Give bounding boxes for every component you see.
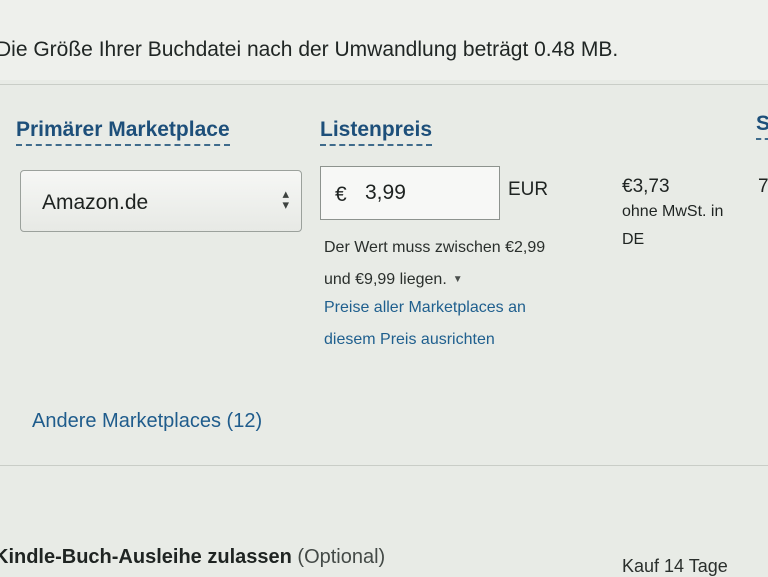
align-link-line1: Preise aller Marketplaces an [324, 299, 526, 316]
other-marketplaces-link[interactable]: Andere Marketplaces (12) [32, 410, 262, 433]
lending-right-text: Kauf 14 Tage [622, 556, 728, 576]
lending-optional: (Optional) [297, 546, 386, 568]
royalty-info: €3,73 ohne MwSt. in DE [622, 176, 762, 254]
currency-unit: EUR [508, 179, 549, 200]
lending-section-title: Kindle-Buch-Ausleihe zulassen (Optional) [0, 546, 385, 569]
marketplace-select-value: Amazon.de [42, 191, 149, 214]
file-size-text: Die Größe Ihrer Buchdatei nach der Umwan… [0, 38, 619, 61]
divider [0, 465, 768, 466]
align-link-line2: diesem Preis ausrichten [324, 331, 495, 348]
royalty-header-cut[interactable]: S [756, 112, 768, 140]
price-range-line1: Der Wert muss zwischen €2,99 [324, 239, 546, 256]
price-range-hint: Der Wert muss zwischen €2,99 und €9,99 l… [324, 232, 604, 296]
marketplace-select[interactable]: Amazon.de ▴ ▾ [20, 170, 302, 232]
divider [0, 84, 768, 85]
list-price-header[interactable]: Listenpreis [320, 118, 433, 146]
align-prices-link[interactable]: Preise aller Marketplaces an diesem Prei… [324, 292, 594, 356]
list-price-input[interactable] [365, 179, 485, 207]
royalty-note-line2: DE [622, 231, 645, 248]
royalty-note-line1: ohne MwSt. in [622, 203, 724, 220]
currency-symbol: € [335, 183, 347, 206]
select-arrows-icon: ▴ ▾ [282, 186, 289, 212]
lending-label: Kindle-Buch-Ausleihe zulassen [0, 546, 292, 568]
list-price-field[interactable]: € [320, 166, 500, 220]
next-column-value: 7 [758, 176, 768, 197]
price-range-line2: und €9,99 liegen. [324, 271, 447, 289]
caret-down-icon[interactable]: ▼ [453, 274, 463, 285]
primary-marketplace-header[interactable]: Primärer Marketplace [16, 118, 230, 146]
royalty-amount: €3,73 [622, 176, 670, 197]
